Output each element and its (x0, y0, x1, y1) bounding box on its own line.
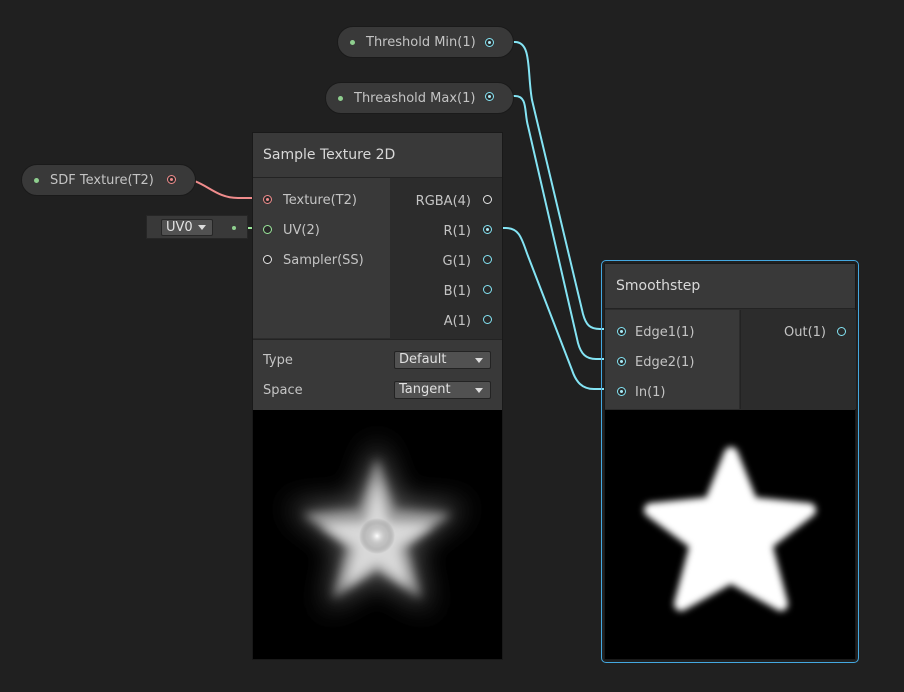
star-preview-image (644, 447, 816, 611)
b-output-port[interactable] (483, 285, 492, 294)
uv-dropdown-value: UV0 (166, 220, 193, 235)
edge1-input-port[interactable] (617, 327, 626, 336)
node-title: Smoothstep (616, 278, 701, 294)
property-indicator-icon (34, 178, 39, 183)
sampler-input-port[interactable] (263, 255, 272, 264)
output-port[interactable] (167, 175, 176, 184)
out-output-label: Out(1) (784, 325, 826, 340)
chevron-down-icon (475, 388, 483, 393)
property-indicator-icon (350, 40, 355, 45)
rgba-output-label: RGBA(4) (415, 194, 471, 209)
property-indicator-icon (338, 96, 343, 101)
sdf-texture-property[interactable]: SDF Texture(T2) (21, 164, 196, 196)
a-output-label: A(1) (443, 314, 471, 329)
uv-output-dot (232, 226, 236, 230)
node-header[interactable]: Sample Texture 2D (253, 133, 502, 178)
space-dropdown-value: Tangent (399, 382, 451, 397)
edge1-input-label: Edge1(1) (635, 325, 695, 340)
node-title: Sample Texture 2D (263, 147, 396, 163)
input-ports-panel: Texture(T2) UV(2) Sampler(SS) (253, 178, 390, 338)
smoothstep-node[interactable]: Smoothstep Edge1(1) Edge2(1) In(1) Out(1… (604, 263, 856, 660)
settings-panel: Type Default Space Tangent (253, 339, 502, 410)
r-output-port[interactable] (483, 225, 492, 234)
property-label: Threshold Min(1) (366, 35, 476, 50)
chevron-down-icon (475, 358, 483, 363)
uv-input-port[interactable] (263, 225, 272, 234)
g-output-label: G(1) (442, 254, 472, 269)
uv-input-label: UV(2) (283, 223, 320, 238)
threshold-min-property[interactable]: Threshold Min(1) (337, 26, 514, 58)
uv-channel-selector: UV0 (146, 215, 248, 239)
type-label: Type (263, 353, 293, 368)
input-ports-panel: Edge1(1) Edge2(1) In(1) (605, 310, 739, 409)
space-label: Space (263, 383, 303, 398)
node-header[interactable]: Smoothstep (605, 264, 855, 309)
in-input-port[interactable] (617, 387, 626, 396)
output-ports-panel: Out(1) (740, 310, 856, 409)
edge2-input-label: Edge2(1) (635, 355, 695, 370)
threshold-max-property[interactable]: Threashold Max(1) (325, 82, 514, 114)
g-output-port[interactable] (483, 255, 492, 264)
rgba-output-port[interactable] (483, 195, 492, 204)
texture-preview (253, 410, 502, 659)
out-output-port[interactable] (837, 327, 846, 336)
output-port[interactable] (485, 92, 494, 101)
property-label: Threashold Max(1) (354, 91, 476, 106)
output-ports-panel: RGBA(4) R(1) G(1) B(1) A(1) (390, 178, 502, 338)
texture-input-port[interactable] (263, 195, 272, 204)
chevron-down-icon (198, 225, 206, 230)
smoothstep-preview (605, 410, 855, 659)
sample-texture-2d-node[interactable]: Sample Texture 2D Texture(T2) UV(2) Samp… (252, 132, 503, 660)
sdf-star-preview-image (287, 440, 467, 610)
output-port[interactable] (485, 38, 494, 47)
texture-input-label: Texture(T2) (283, 193, 357, 208)
edge2-input-port[interactable] (617, 357, 626, 366)
property-label: SDF Texture(T2) (50, 173, 154, 188)
type-dropdown[interactable]: Default (394, 351, 491, 369)
in-input-label: In(1) (635, 385, 666, 400)
type-dropdown-value: Default (399, 352, 447, 367)
space-dropdown[interactable]: Tangent (394, 381, 491, 399)
r-output-label: R(1) (443, 224, 471, 239)
a-output-port[interactable] (483, 315, 492, 324)
uv-dropdown[interactable]: UV0 (161, 219, 213, 236)
sampler-input-label: Sampler(SS) (283, 253, 364, 268)
b-output-label: B(1) (443, 284, 471, 299)
